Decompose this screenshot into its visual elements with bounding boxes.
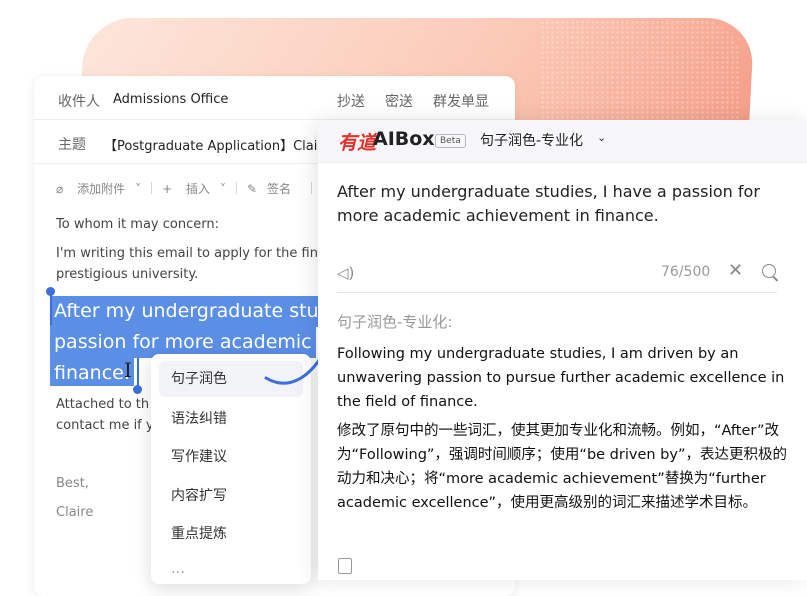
- insert-button[interactable]: + 插入 ˅: [162, 180, 226, 197]
- attach-button[interactable]: ⌀ 添加附件 ˅: [56, 180, 141, 197]
- recipient-label: 收件人: [58, 94, 100, 110]
- email-attach-line: contact me if y: [56, 418, 154, 433]
- attach-label: 添加附件: [77, 182, 126, 196]
- plus-icon: +: [162, 182, 173, 196]
- subject-field[interactable]: 【Postgraduate Application】Claire: [104, 135, 330, 154]
- separate-send-button[interactable]: 群发单显: [433, 91, 489, 111]
- pen-icon: ✎: [246, 182, 258, 196]
- paperclip-icon: ⌀: [56, 182, 64, 196]
- selection-end-handle[interactable]: [133, 385, 142, 394]
- email-attach-line: Attached to th: [56, 397, 150, 412]
- result-label: 句子润色-专业化:: [337, 313, 453, 331]
- editor-toolbar: ⌀ 添加附件˅+ 插入˅✎签名等线: [56, 180, 356, 197]
- toolbar-divider: [235, 182, 237, 194]
- close-icon[interactable]: ✕: [728, 260, 743, 281]
- cc-button[interactable]: 抄送: [337, 91, 365, 111]
- recipient-row: 收件人 Admissions Office 抄送 密送 群发单显: [34, 76, 515, 120]
- signature-label: 签名: [267, 182, 292, 196]
- speaker-icon[interactable]: ◁): [337, 264, 354, 282]
- selection-end-caret: [137, 358, 139, 386]
- menu-item-writing-tips[interactable]: 写作建议: [171, 446, 227, 466]
- search-icon[interactable]: [762, 264, 776, 278]
- email-greeting: To whom it may concern:: [56, 217, 219, 232]
- toolbar-divider: [151, 182, 153, 194]
- email-closing: Best,: [56, 476, 89, 491]
- polished-result-text: Following my undergraduate studies, I am…: [337, 346, 785, 410]
- chevron-down-icon[interactable]: ⌄: [597, 131, 606, 144]
- text-cursor-icon: I: [124, 358, 132, 382]
- aibox-panel: 有道 AIBox Beta 句子润色-专业化 ⌄ After my underg…: [318, 120, 807, 580]
- char-count: 76/500: [661, 264, 711, 280]
- menu-item-more[interactable]: …: [171, 561, 185, 577]
- youdao-logo: 有道: [338, 132, 377, 154]
- copy-icon[interactable]: [338, 558, 352, 574]
- selection-start-caret: [50, 292, 52, 325]
- revision-explanation: 修改了原句中的一些词汇，使其更加专业化和流畅。例如，“After”改为“Foll…: [337, 423, 787, 511]
- signature-button[interactable]: ✎ 签名: [247, 180, 301, 197]
- aibox-header: 有道 AIBox Beta 句子润色-专业化 ⌄: [318, 120, 807, 163]
- menu-item-grammar[interactable]: 语法纠错: [171, 408, 227, 428]
- email-intro-line: I'm writing this email to apply for the …: [56, 246, 318, 261]
- recipient-field[interactable]: Admissions Office: [113, 92, 228, 107]
- mode-select[interactable]: 句子润色-专业化: [480, 130, 583, 150]
- menu-item-expand[interactable]: 内容扩写: [171, 485, 227, 505]
- email-signature: Claire: [56, 505, 94, 520]
- menu-item-summarize[interactable]: 重点提炼: [171, 523, 227, 543]
- beta-badge: Beta: [435, 134, 466, 148]
- aibox-logo: AIBox: [373, 128, 435, 150]
- bcc-button[interactable]: 密送: [385, 91, 413, 111]
- source-text[interactable]: After my undergraduate studies, I have a…: [337, 180, 787, 228]
- toolbar-divider: [311, 182, 313, 194]
- section-divider: [337, 292, 777, 293]
- selected-line: finance.: [50, 358, 134, 386]
- email-intro-line: prestigious university.: [56, 267, 199, 282]
- insert-label: 插入: [185, 182, 210, 196]
- subject-label: 主题: [58, 137, 86, 153]
